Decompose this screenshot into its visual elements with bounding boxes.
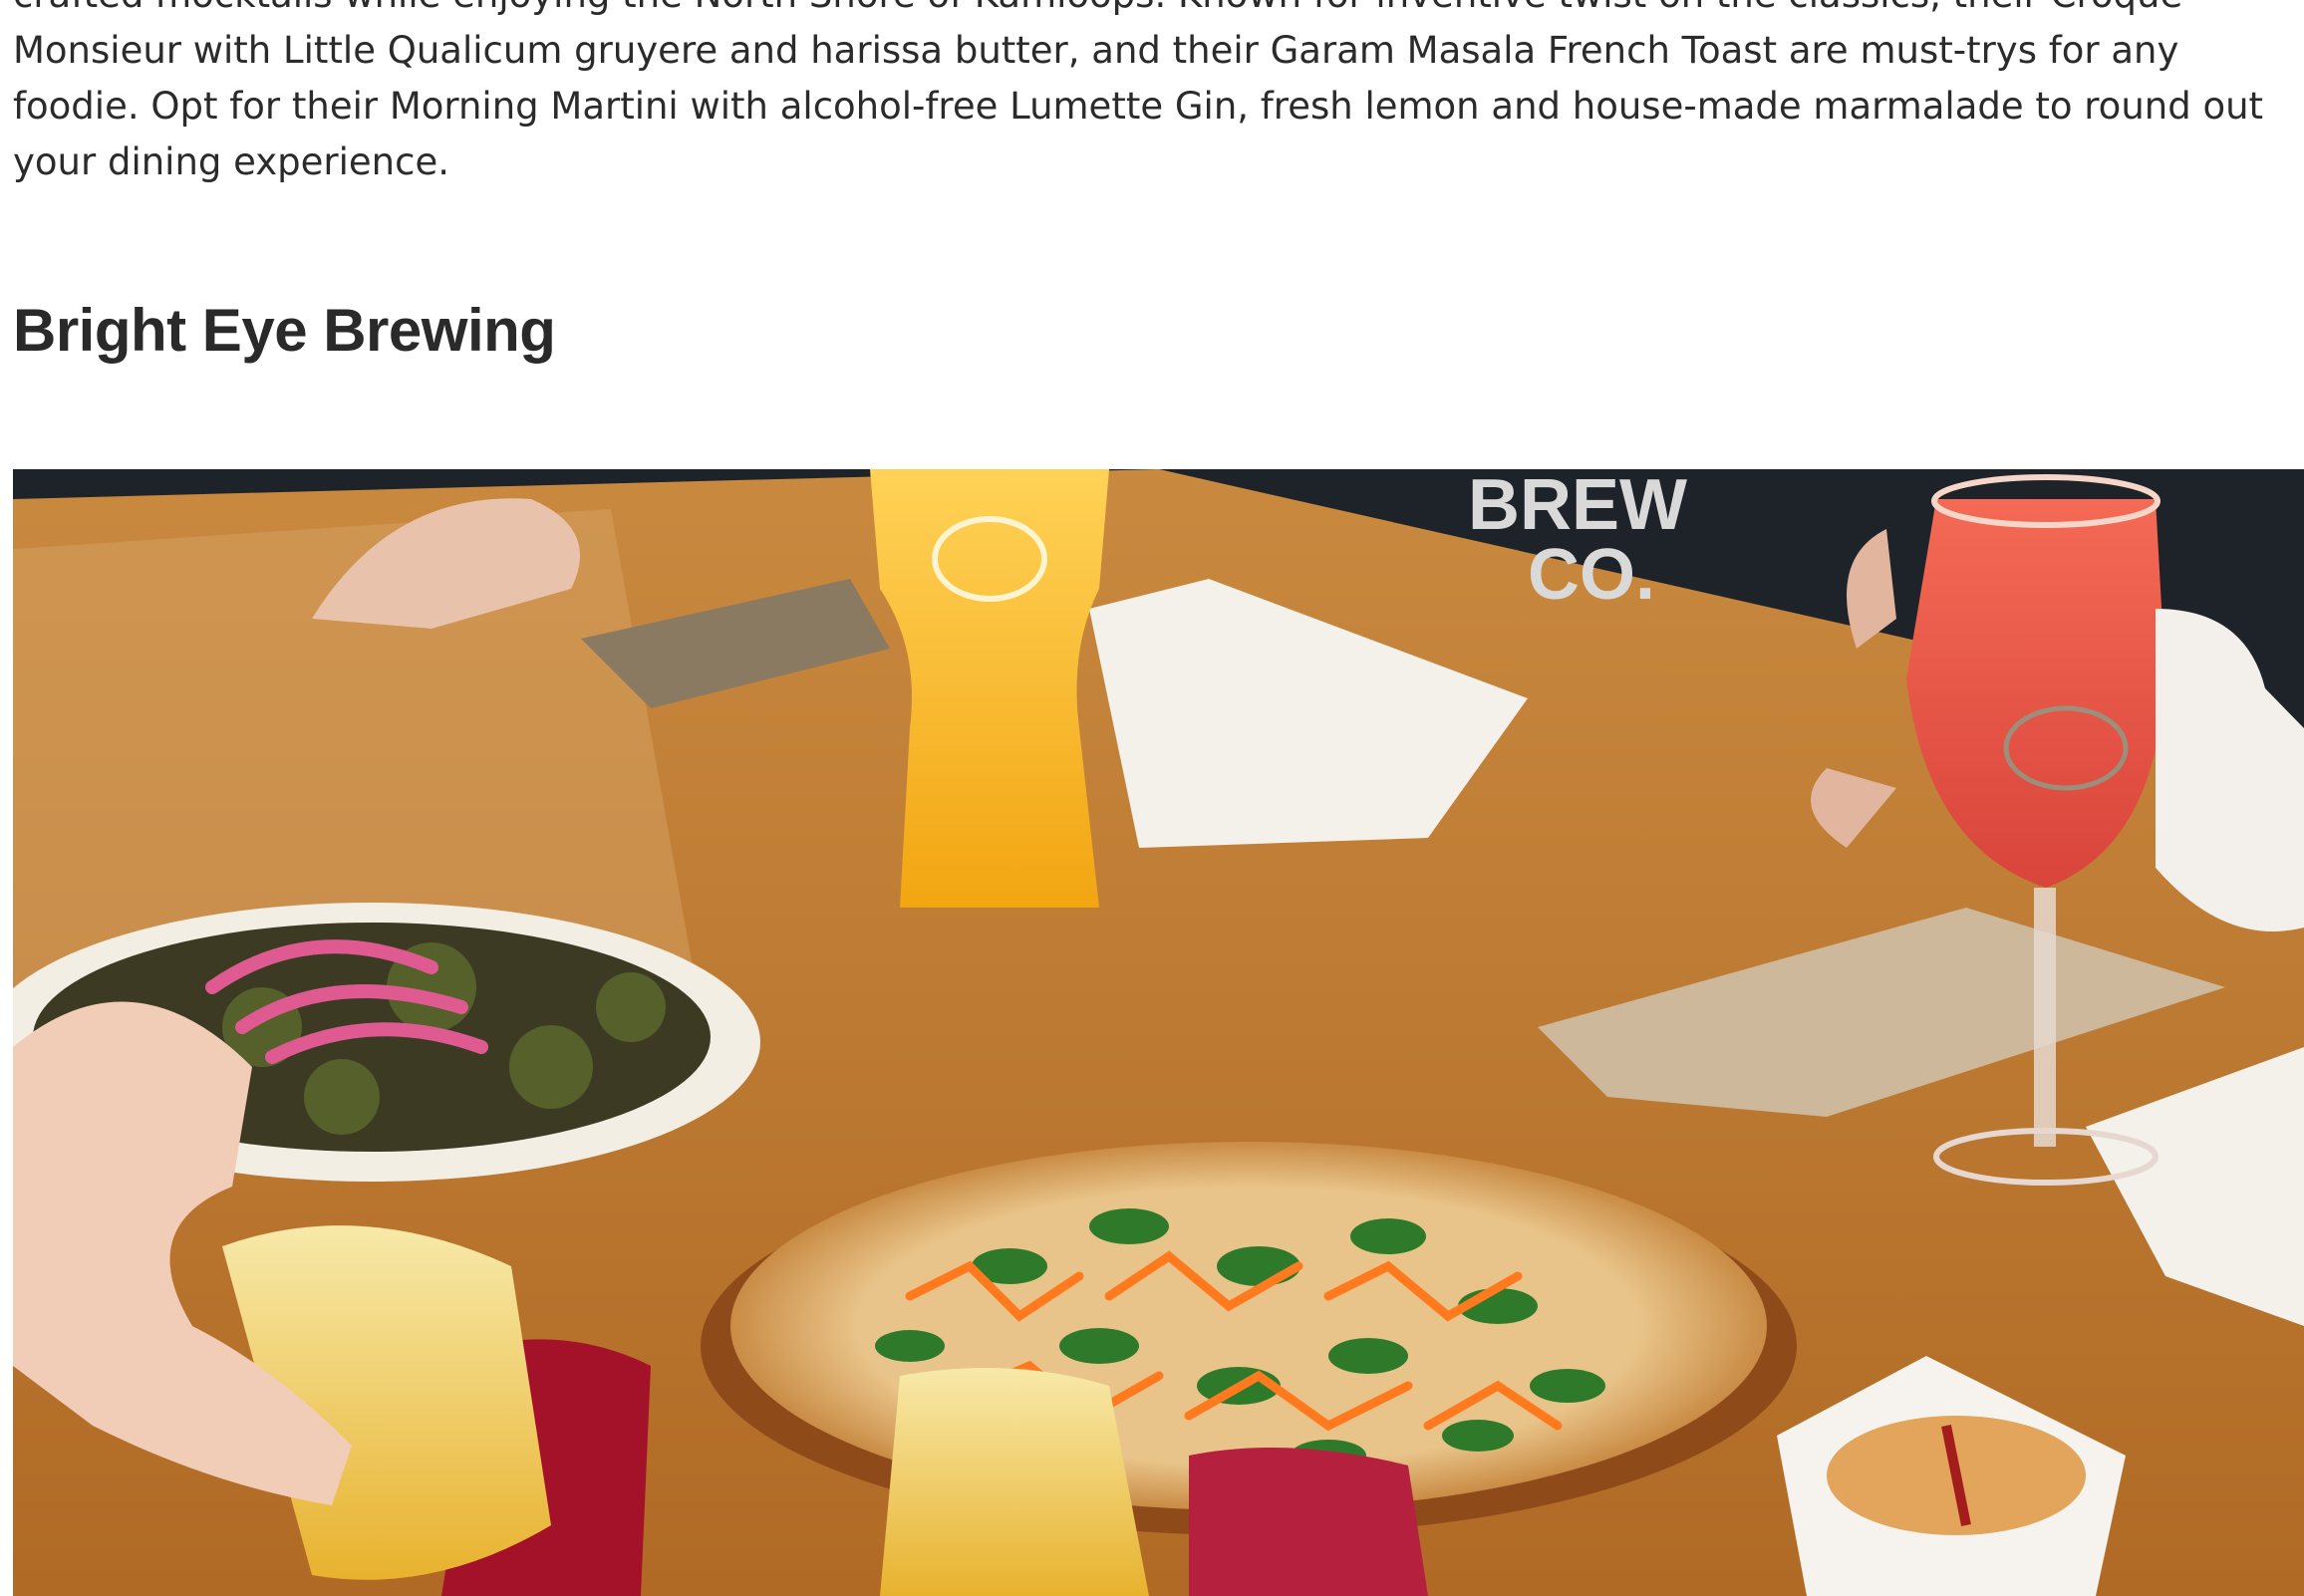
photo-illustration: BREW CO.: [13, 469, 2304, 1596]
bright-eye-brewing-photo: BREW CO.: [13, 469, 2304, 1596]
wordmark-line-2: CO.: [1528, 535, 1655, 615]
intro-paragraph: crafted mocktails while enjoying the Nor…: [13, 0, 2264, 183]
section-heading: Bright Eye Brewing: [13, 297, 556, 364]
wordmark-line-1: BREW: [1468, 469, 1687, 545]
